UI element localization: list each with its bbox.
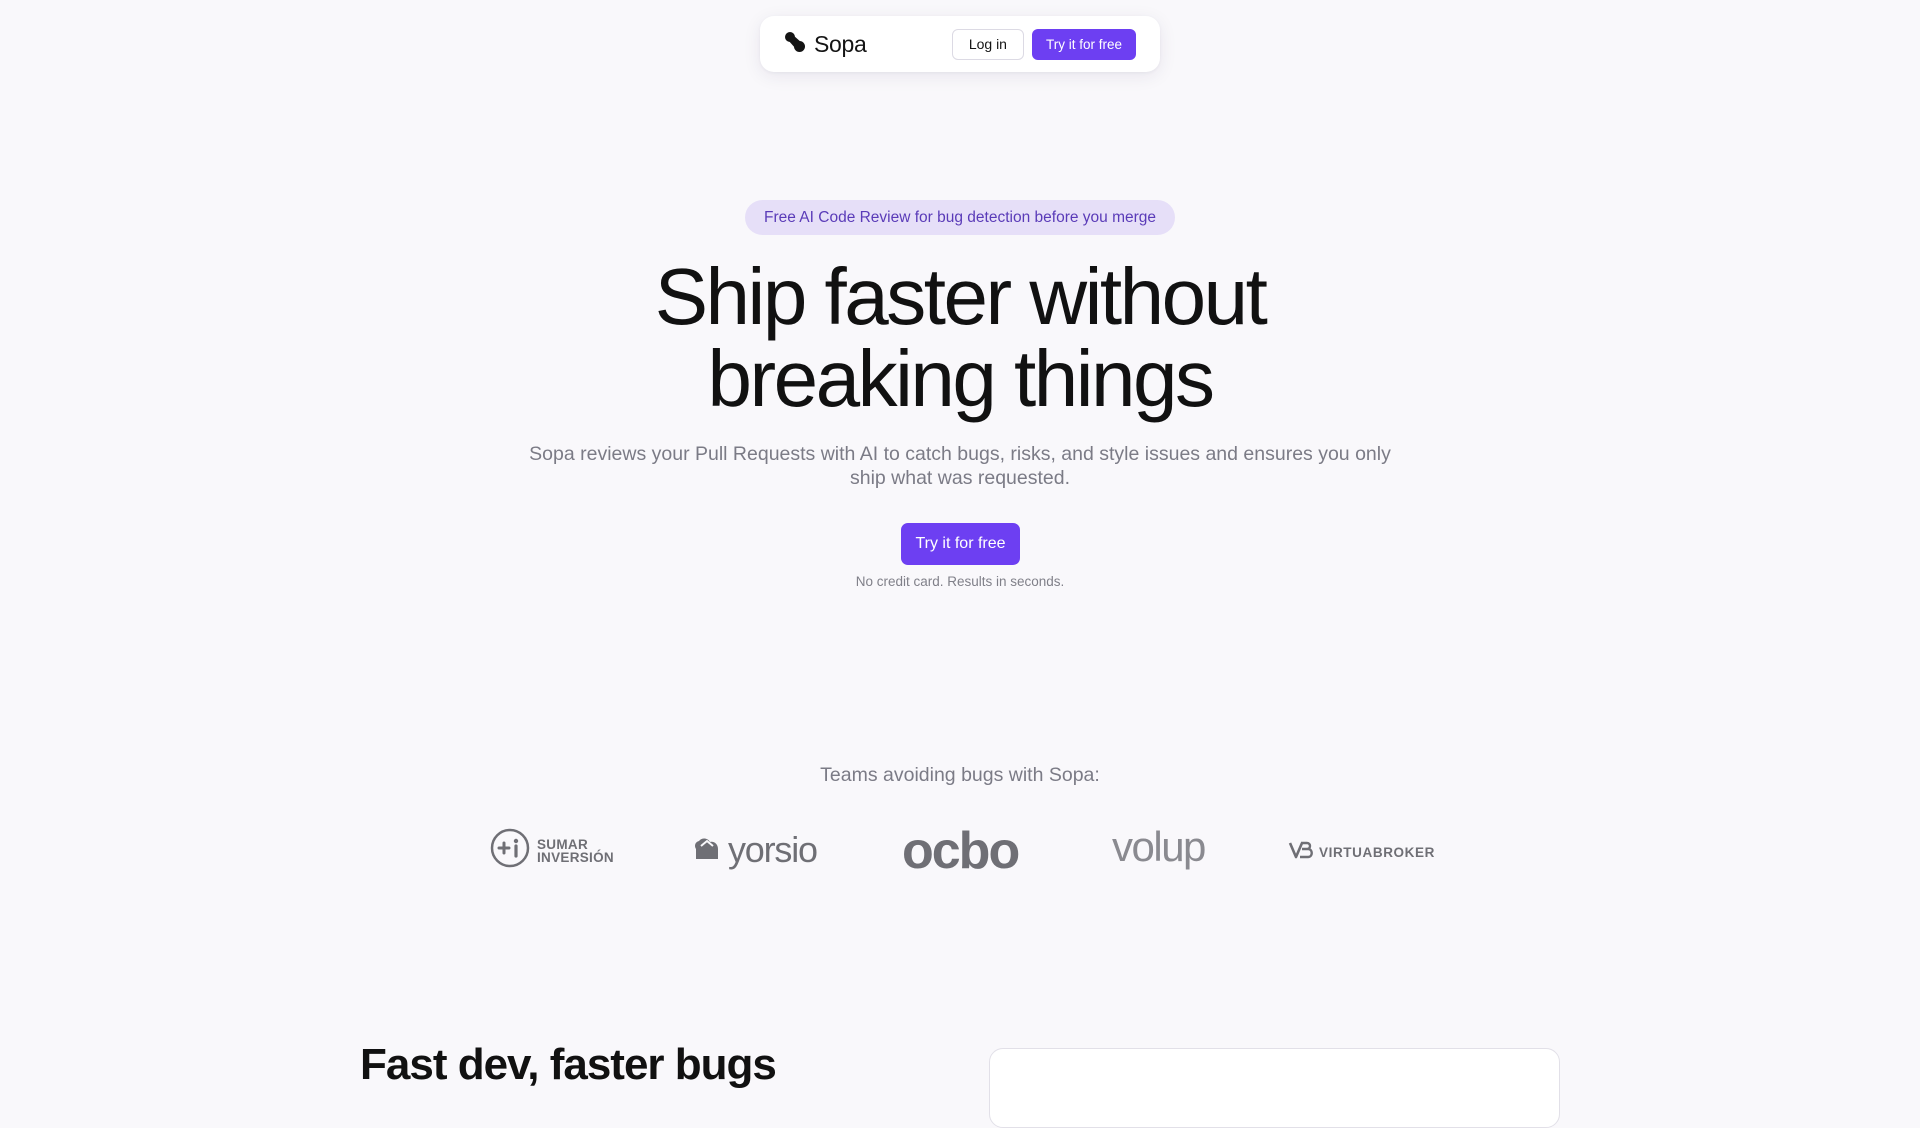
yorsio-cloud-icon	[692, 835, 722, 866]
virtuabroker-wordmark: VIRTUABROKER	[1319, 845, 1435, 860]
preview-card	[989, 1048, 1560, 1128]
customer-logos: SUMAR INVERSIÓN yorsio ocbo volup VIRTUA…	[480, 816, 1440, 886]
hero-subtitle: Sopa reviews your Pull Requests with AI …	[510, 442, 1410, 490]
ocbo-wordmark: ocbo	[902, 822, 1020, 880]
sumar-inversion-line-2: INVERSIÓN	[537, 849, 614, 865]
logo-virtuabroker: VIRTUABROKER	[1288, 840, 1435, 865]
hero-headline: Ship faster without breaking things	[360, 256, 1560, 420]
nav-actions: Log in Try it for free	[951, 28, 1136, 60]
volup-wordmark: volup	[1112, 823, 1206, 870]
logo-yorsio: yorsio	[692, 829, 818, 870]
logo-sumar-inversion: SUMAR INVERSIÓN	[490, 828, 614, 873]
brand-link[interactable]: Sopa	[784, 31, 867, 58]
sumar-inversion-icon	[490, 828, 530, 873]
hero-subtitle-line-1: Sopa reviews your Pull Requests with AI …	[529, 443, 1391, 465]
brand-name: Sopa	[814, 30, 867, 57]
hero-try-free-button[interactable]: Try it for free	[901, 523, 1020, 565]
nav-try-free-button[interactable]: Try it for free	[1031, 28, 1136, 60]
hero-subtitle-line-2: ship what was requested.	[849, 467, 1071, 489]
hero-badge: Free AI Code Review for bug detection be…	[745, 200, 1175, 235]
yorsio-wordmark: yorsio	[728, 829, 818, 870]
hero-headline-line-2: breaking things	[707, 334, 1215, 423]
login-button[interactable]: Log in	[951, 28, 1024, 60]
top-nav: Sopa Log in Try it for free	[760, 16, 1160, 72]
sopa-logo-icon	[784, 31, 806, 58]
logos-title: Teams avoiding bugs with Sopa:	[820, 764, 1100, 786]
sumar-inversion-wordmark: SUMAR INVERSIÓN	[537, 836, 614, 865]
hero-headline-line-1: Ship faster without	[654, 252, 1268, 341]
logo-ocbo: ocbo	[902, 822, 1020, 880]
hero-note: No credit card. Results in seconds.	[855, 574, 1065, 589]
sumar-inversion-line-1: SUMAR	[537, 836, 588, 852]
virtuabroker-icon	[1288, 840, 1314, 865]
section-title: Fast dev, faster bugs	[360, 1040, 777, 1089]
logo-volup: volup	[1112, 823, 1206, 870]
